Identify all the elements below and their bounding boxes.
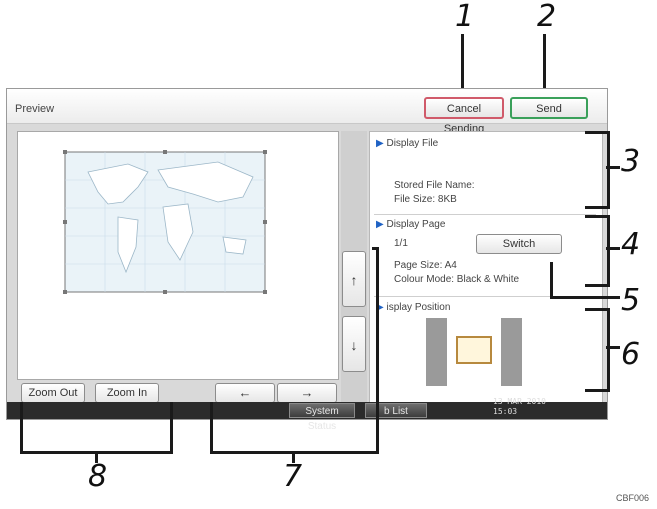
- stored-file-name: Stored File Name:: [394, 180, 475, 191]
- file-size: File Size: 8KB: [394, 194, 457, 205]
- colour-mode: Colour Mode: Black & White: [394, 274, 520, 285]
- scroll-right-button[interactable]: →: [277, 383, 337, 403]
- display-page-heading: ▶ Display Page: [376, 219, 445, 230]
- leader-line-7-left: [210, 402, 213, 454]
- scroll-column: ↑ ↓: [341, 131, 367, 403]
- map-thumbnail: [63, 150, 267, 294]
- bracket-4: [585, 215, 610, 287]
- callout-8: 8: [88, 459, 108, 494]
- leader-line-5-horizontal: [550, 296, 620, 299]
- figure-code: CBF006: [615, 493, 649, 503]
- leader-line-8-left: [20, 402, 23, 454]
- scroll-up-button[interactable]: ↑: [342, 251, 366, 307]
- page-size: Page Size: A4: [394, 260, 457, 271]
- job-list-button[interactable]: b List: [365, 403, 427, 418]
- cancel-sending-button[interactable]: Cancel Sending: [424, 97, 504, 135]
- callout-1: 1: [455, 0, 475, 34]
- leader-line-7-right: [376, 247, 379, 452]
- leader-line-3: [606, 166, 620, 169]
- callout-4: 4: [621, 227, 641, 262]
- leader-line-4: [606, 247, 620, 250]
- page-counter: 1/1: [394, 238, 408, 249]
- switch-button[interactable]: Switch: [476, 234, 562, 254]
- display-position-heading: ▶ isplay Position: [376, 302, 450, 313]
- bracket-6: [585, 308, 610, 392]
- leader-line-6: [606, 346, 620, 349]
- bracket-3: [585, 131, 610, 209]
- display-page-label: Display Page: [386, 219, 446, 230]
- display-position-label: isplay Position: [386, 302, 451, 313]
- leader-line-8-right: [170, 402, 173, 454]
- callout-5: 5: [621, 283, 641, 318]
- position-frame[interactable]: [456, 336, 492, 364]
- zoom-in-button[interactable]: Zoom In: [95, 383, 159, 403]
- status-date: 13 MAR 2010: [493, 397, 546, 406]
- preview-screen: Preview Cancel Sending Send ↑ ↓ Zoom Out…: [6, 88, 608, 432]
- display-file-label: Display File: [386, 138, 439, 149]
- title-bar: Preview Cancel Sending Send: [7, 89, 607, 135]
- callout-7: 7: [283, 459, 303, 494]
- preview-pane: [17, 131, 339, 380]
- divider: [374, 214, 596, 215]
- window-title: Preview: [15, 103, 55, 115]
- scroll-left-button[interactable]: ←: [215, 383, 275, 403]
- triangle-icon: ▶: [376, 219, 384, 230]
- status-time: 15:03: [493, 407, 518, 416]
- scroll-down-button[interactable]: ↓: [342, 316, 366, 372]
- send-button[interactable]: Send: [510, 97, 588, 119]
- display-file-heading: ▶ Display File: [376, 138, 438, 149]
- info-panel: ▶ Display File Stored File Name: File Si…: [369, 131, 603, 405]
- leader-line-7-stem: [292, 451, 295, 463]
- leader-line-5-vertical: [550, 262, 553, 298]
- zoom-out-button[interactable]: Zoom Out: [21, 383, 85, 403]
- callout-6: 6: [621, 337, 641, 372]
- callout-2: 2: [537, 0, 557, 34]
- position-thumbnail[interactable]: [426, 318, 522, 386]
- leader-line-8-stem: [95, 451, 98, 463]
- callout-3: 3: [621, 144, 641, 179]
- system-status-button[interactable]: System Status: [289, 403, 355, 432]
- status-bar: System Status b List 13 MAR 2010 15:03: [7, 397, 607, 432]
- triangle-icon: ▶: [376, 138, 384, 149]
